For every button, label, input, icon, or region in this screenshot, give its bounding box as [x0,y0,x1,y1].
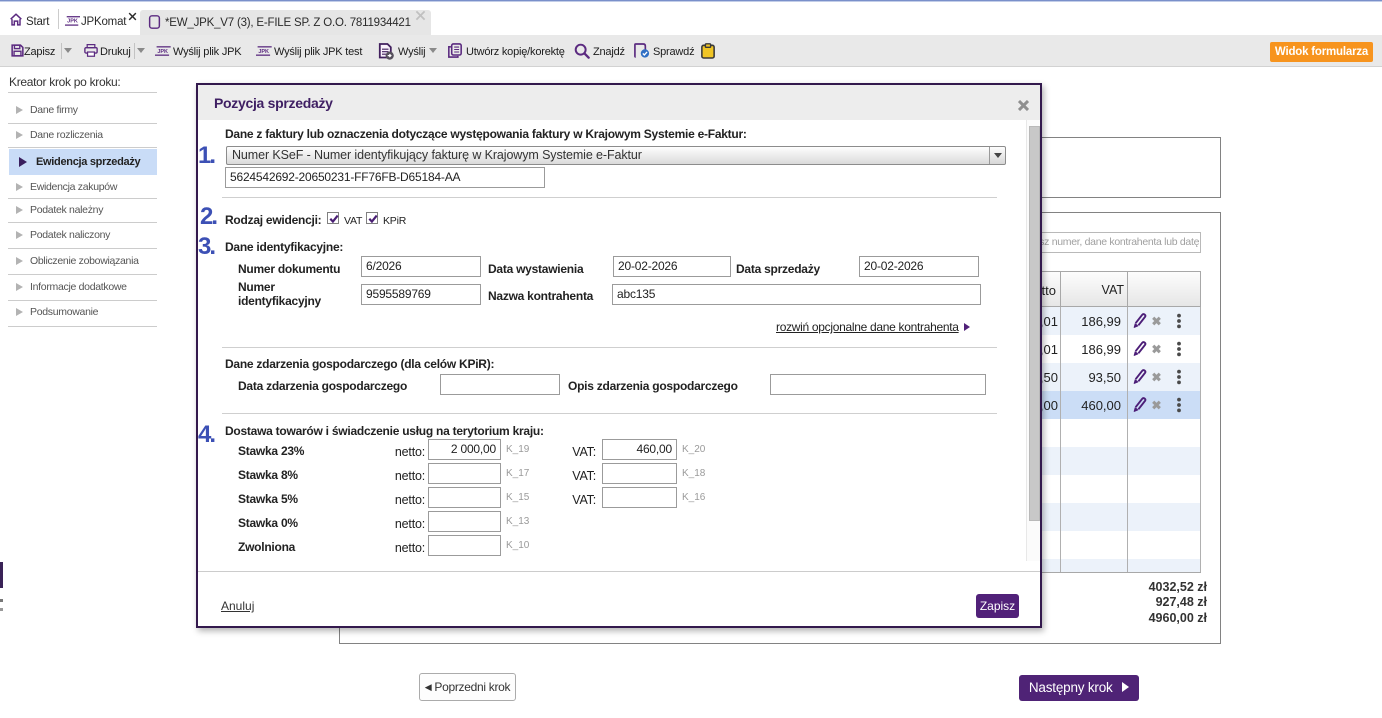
svg-text:JPK: JPK [157,49,168,55]
svg-text:JPK: JPK [67,19,78,25]
svg-text:JPK: JPK [258,49,269,55]
